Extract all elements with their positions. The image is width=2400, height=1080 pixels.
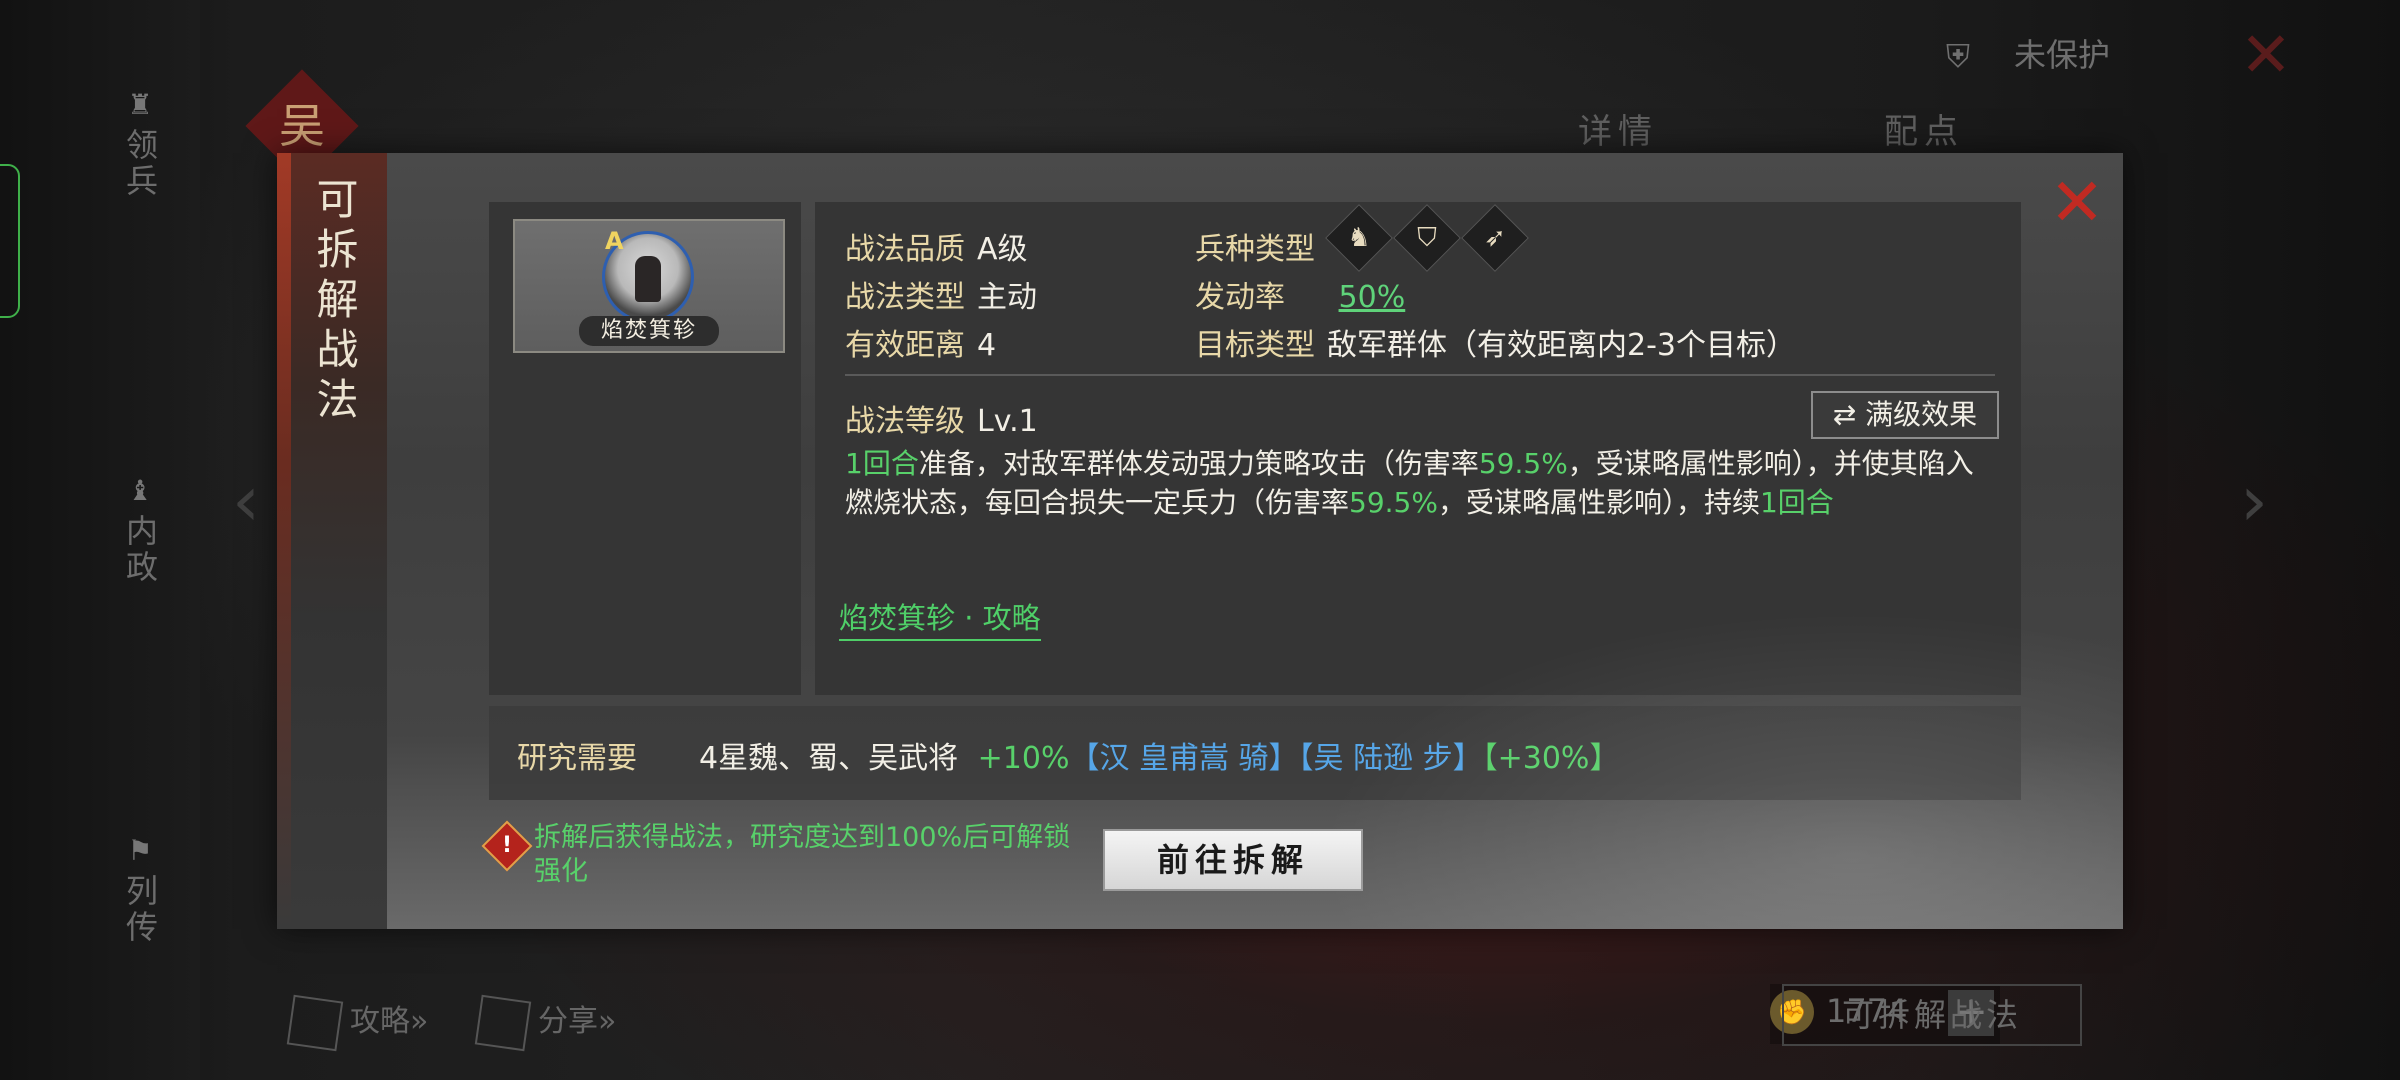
share-icon bbox=[474, 994, 532, 1051]
left-rail bbox=[0, 0, 200, 1080]
info-divider bbox=[845, 374, 1995, 376]
tab-allocate-points[interactable]: 配点 bbox=[1884, 104, 1964, 153]
tab-detail[interactable]: 详情 bbox=[1578, 104, 1658, 153]
skill-card[interactable]: A 焰焚箕轸 bbox=[513, 219, 785, 353]
skill-grade-badge: A bbox=[605, 227, 624, 255]
warning-text: 拆解后获得战法，研究度达到100%后可解锁强化 bbox=[534, 822, 1071, 887]
skill-name: 焰焚箕轸 bbox=[579, 316, 719, 346]
swap-icon: ⇄ bbox=[1832, 398, 1857, 431]
skill-description: 1回合准备，对敌军群体发动强力策略攻击（伤害率59.5%，受谋略属性影响），并使… bbox=[845, 447, 1974, 519]
left-edge-highlight bbox=[0, 164, 20, 318]
range-row: 有效距离 4 bbox=[845, 328, 997, 363]
hero-tag-1[interactable]: 汉 皇甫嵩 骑 bbox=[1099, 741, 1268, 776]
disassemble-modal: 可拆解战法 ✕ A 焰焚箕轸 战法品质 A级 战法类型 主动 有效距离 4 兵种类型 … bbox=[277, 153, 2123, 929]
troop-type-row: 兵种类型 bbox=[1195, 232, 1315, 267]
skill-card-panel: A 焰焚箕轸 bbox=[489, 202, 801, 695]
bottom-bar: 攻略» 分享» ✊ 1774 + 可拆解战法 bbox=[280, 984, 2100, 1054]
trigger-rate-value[interactable]: 50% bbox=[1339, 280, 1406, 315]
close-icon[interactable]: ✕ bbox=[2047, 170, 2107, 236]
ribbon-accent bbox=[277, 153, 291, 929]
modal-title: 可拆解战法 bbox=[310, 177, 359, 427]
side-tab-internal-affairs[interactable]: ♝ 内政 bbox=[112, 474, 168, 586]
type-row: 战法类型 主动 bbox=[845, 280, 1037, 315]
protect-icon: ⛨ bbox=[1945, 37, 1970, 75]
side-tab-lead-troops[interactable]: ♜ 领兵 bbox=[112, 88, 168, 200]
next-arrow-icon[interactable]: › bbox=[2240, 460, 2268, 542]
disassemble-tactics-button[interactable]: 可拆解战法 bbox=[1782, 984, 2082, 1046]
shield-icon: ⛉ bbox=[1393, 204, 1461, 272]
hero-tag-2[interactable]: 吴 陆逊 步 bbox=[1314, 741, 1453, 776]
research-requirement: 研究需要 4星魏、蜀、吴武将 +10%【汉 皇甫嵩 骑】【吴 陆逊 步】【+30… bbox=[489, 706, 2021, 800]
prev-arrow-icon[interactable]: ‹ bbox=[232, 460, 260, 542]
bow-icon: ➶ bbox=[1461, 204, 1529, 272]
share-button[interactable]: 分享» bbox=[474, 994, 616, 1051]
cavalry-icon: ♞ bbox=[1325, 204, 1393, 272]
trigger-rate-row: 发动率 50% bbox=[1195, 280, 1406, 315]
background-close-icon[interactable]: ✕ bbox=[2240, 18, 2292, 91]
quality-row: 战法品质 A级 bbox=[845, 232, 1028, 267]
skill-info-panel: 战法品质 A级 战法类型 主动 有效距离 4 兵种类型 ♞ ⛉ ➶ 发动率 50% 目… bbox=[815, 202, 2021, 695]
target-type-row: 目标类型 敌军群体（有效距离内2-3个目标） bbox=[1195, 328, 1796, 363]
guide-button[interactable]: 攻略» bbox=[286, 994, 428, 1051]
level-row: 战法等级 Lv.1 bbox=[845, 404, 1038, 439]
go-disassemble-button[interactable]: 前往拆解 bbox=[1103, 829, 1363, 891]
scroll-icon: ♝ bbox=[127, 474, 153, 507]
side-tab-biography[interactable]: ⚑ 列传 bbox=[112, 834, 168, 946]
guide-icon bbox=[286, 994, 344, 1051]
helmet-icon: ♜ bbox=[127, 88, 153, 121]
modal-ribbon: 可拆解战法 bbox=[277, 153, 387, 929]
skill-guide-link[interactable]: 焰焚箕轸 · 攻略 bbox=[839, 595, 1041, 641]
flag-icon: ⚑ bbox=[127, 834, 153, 867]
research-label: 研究需要 bbox=[517, 741, 637, 776]
warning-icon: ! bbox=[481, 820, 533, 872]
max-effect-button[interactable]: ⇄ 满级效果 bbox=[1811, 391, 1999, 439]
faction-char: 吴 bbox=[279, 99, 325, 153]
protect-status[interactable]: ⛨ 未保护 bbox=[1946, 30, 2110, 77]
research-value: 4星魏、蜀、吴武将 +10%【汉 皇甫嵩 骑】【吴 陆逊 步】【+30%】 bbox=[699, 741, 1620, 776]
